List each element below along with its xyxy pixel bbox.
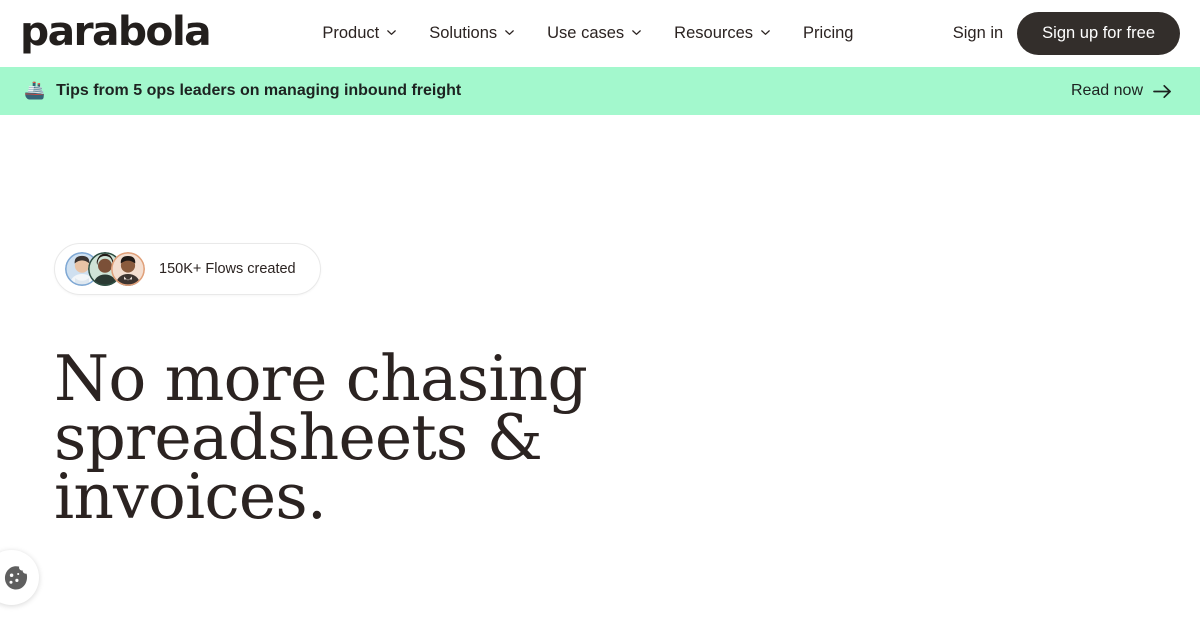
- primary-navigation: Product Solutions Use cases Resources Pr: [322, 25, 853, 42]
- nav-item-label: Solutions: [429, 24, 498, 43]
- sign-up-button[interactable]: Sign up for free: [1017, 12, 1180, 55]
- cookie-icon: [0, 565, 29, 591]
- nav-item-label: Pricing: [803, 24, 854, 43]
- announcement-banner[interactable]: 🚢 Tips from 5 ops leaders on managing in…: [0, 67, 1200, 115]
- social-proof-badge: 150K+ Flows created: [54, 243, 321, 295]
- avatar: [111, 252, 145, 286]
- nav-item-product[interactable]: Product: [322, 25, 397, 42]
- page-title: No more chasing spreadsheets & invoices.: [54, 342, 588, 533]
- nav-item-label: Resources: [674, 24, 754, 43]
- banner-message[interactable]: 🚢 Tips from 5 ops leaders on managing in…: [24, 82, 461, 100]
- chevron-down-icon: [631, 27, 642, 38]
- nav-item-use-cases[interactable]: Use cases: [547, 25, 642, 42]
- nav-item-resources[interactable]: Resources: [674, 25, 771, 42]
- ship-icon: 🚢: [24, 80, 46, 101]
- nav-item-label: Product: [322, 24, 380, 43]
- avatar-group: [65, 252, 145, 286]
- hero-section: 150K+ Flows created No more chasing spre…: [0, 115, 1200, 533]
- chevron-down-icon: [386, 27, 397, 38]
- site-header: parabola Product Solutions Use cases Res…: [0, 0, 1200, 67]
- nav-item-pricing[interactable]: Pricing: [803, 25, 853, 42]
- cookie-preferences-button[interactable]: [0, 550, 39, 605]
- nav-item-label: Use cases: [547, 24, 625, 43]
- sign-in-link[interactable]: Sign in: [953, 24, 1003, 43]
- chevron-down-icon: [760, 27, 771, 38]
- banner-cta-label: Read now: [1070, 82, 1143, 99]
- social-proof-label: 150K+ Flows created: [159, 260, 296, 277]
- parabola-logo[interactable]: parabola: [20, 12, 212, 56]
- header-actions: Sign in Sign up for free: [953, 12, 1180, 55]
- banner-read-now-link[interactable]: Read now: [1071, 82, 1176, 100]
- banner-text: Tips from 5 ops leaders on managing inbo…: [56, 82, 462, 99]
- chevron-down-icon: [504, 27, 515, 38]
- nav-item-solutions[interactable]: Solutions: [429, 25, 515, 42]
- arrow-right-icon: [1153, 84, 1172, 99]
